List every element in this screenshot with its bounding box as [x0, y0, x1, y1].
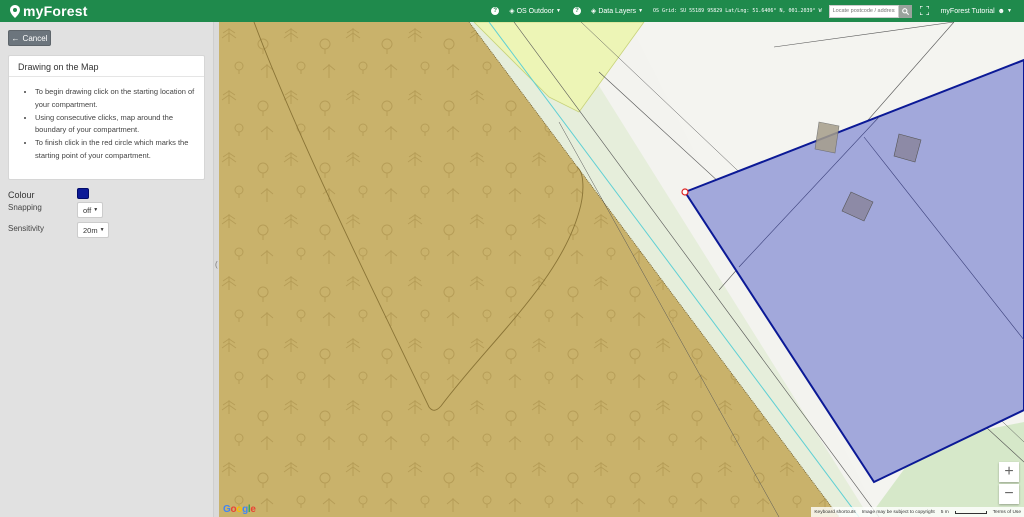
- colour-label: Colour: [8, 190, 35, 200]
- brand-logo[interactable]: myForest: [0, 0, 88, 22]
- zoom-in-button[interactable]: +: [999, 462, 1019, 482]
- map-canvas[interactable]: + − Google Keyboard shortcuts Image may …: [219, 22, 1024, 517]
- search-button[interactable]: [898, 4, 912, 18]
- basemap-help-icon[interactable]: ?: [491, 7, 500, 15]
- layers-icon: ◈: [509, 8, 515, 15]
- top-navbar: myForest ? ◈ OS Outdoor ▼ ? ◈ Data Layer…: [0, 0, 1024, 22]
- sensitivity-value: 20m: [83, 225, 98, 235]
- user-icon: ☻: [997, 7, 1006, 15]
- caret-down-icon: ▼: [638, 8, 644, 14]
- zoom-out-button[interactable]: −: [999, 484, 1019, 504]
- map-pin-icon: [10, 4, 20, 18]
- google-logo: Google: [223, 504, 256, 515]
- sidebar-panel: ← Cancel Drawing on the Map To begin dra…: [0, 22, 213, 517]
- map-svg[interactable]: [219, 22, 1024, 517]
- caret-down-icon: ▼: [555, 8, 561, 14]
- instruction-item: Using consecutive clicks, map around the…: [35, 112, 196, 138]
- drawing-start-vertex[interactable]: [681, 188, 689, 196]
- basemap-dropdown[interactable]: ◈ OS Outdoor ▼: [509, 7, 561, 16]
- drawing-instructions-card: Drawing on the Map To begin drawing clic…: [8, 55, 205, 180]
- snapping-label: Snapping: [8, 203, 42, 212]
- card-title: Drawing on the Map: [9, 56, 204, 77]
- colour-swatch[interactable]: [77, 188, 89, 199]
- basemap-label: OS Outdoor: [516, 7, 554, 15]
- user-menu[interactable]: myForest Tutorial ☻ ▼: [941, 8, 1012, 15]
- snapping-value: off: [83, 205, 92, 215]
- fullscreen-button[interactable]: [919, 2, 930, 20]
- search-icon: [901, 7, 909, 15]
- map-attribution: Keyboard shortcuts Image may be subject …: [811, 507, 1024, 517]
- collapse-handle-icon[interactable]: (: [215, 260, 218, 269]
- terms-link[interactable]: Terms of Use: [993, 510, 1021, 515]
- layers-icon: ◈: [590, 8, 597, 15]
- user-name: myForest Tutorial: [940, 7, 995, 15]
- data-layers-dropdown[interactable]: ◈ Data Layers ▼: [590, 7, 644, 16]
- caret-down-icon: ▼: [93, 207, 99, 213]
- snapping-select[interactable]: off ▼: [77, 202, 103, 218]
- location-search-input[interactable]: [828, 4, 899, 18]
- data-layers-help-icon[interactable]: ?: [572, 7, 581, 15]
- scale-label[interactable]: 5 m: [941, 510, 949, 515]
- caret-down-icon: ▼: [1007, 8, 1012, 14]
- coordinate-readout: OS Grid: SU 55189 95829 Lat/Lng: 51.6406…: [653, 8, 822, 14]
- copyright-notice: Image may be subject to copyright: [861, 509, 935, 515]
- sensitivity-select[interactable]: 20m ▼: [77, 222, 109, 238]
- cancel-label: Cancel: [22, 33, 48, 43]
- sensitivity-label: Sensitivity: [8, 224, 45, 233]
- arrow-left-icon: ←: [11, 33, 20, 43]
- fullscreen-icon: [919, 5, 930, 16]
- building: [814, 121, 840, 154]
- instruction-item: To begin drawing click on the starting l…: [35, 86, 196, 112]
- keyboard-shortcuts-link[interactable]: Keyboard shortcuts: [814, 510, 855, 515]
- scale-bar: [954, 510, 987, 514]
- app-name: myForest: [23, 3, 88, 19]
- caret-down-icon: ▼: [99, 227, 105, 233]
- instruction-list: To begin drawing click on the starting l…: [9, 77, 204, 163]
- instruction-item: To finish click in the red circle which …: [35, 137, 196, 163]
- data-layers-label: Data Layers: [598, 7, 637, 15]
- location-search: [828, 4, 912, 18]
- cancel-button[interactable]: ← Cancel: [8, 30, 51, 46]
